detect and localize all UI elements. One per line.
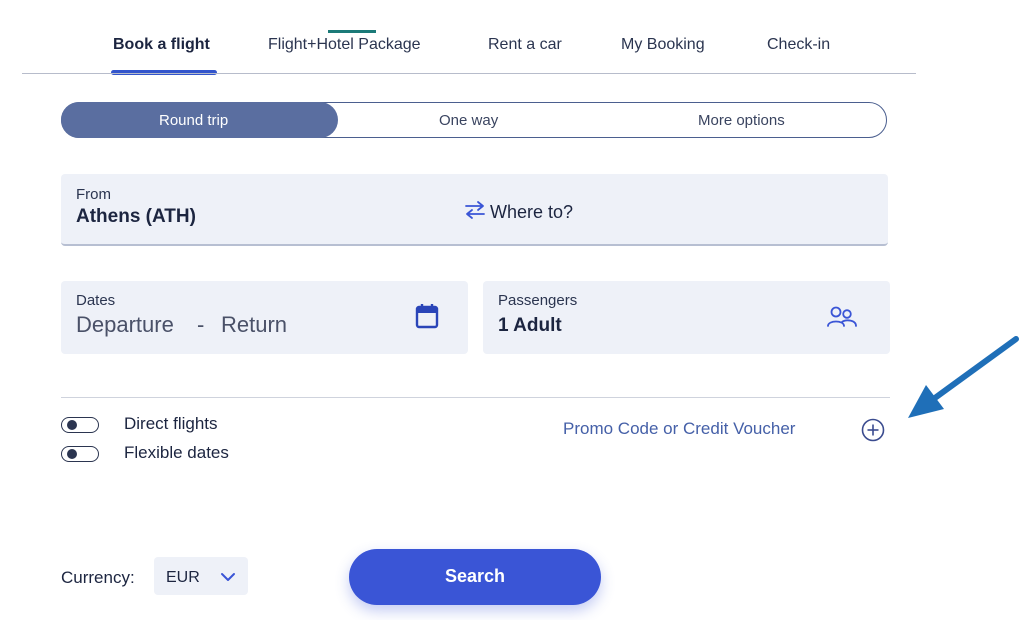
- trip-option-one-way[interactable]: One way: [439, 112, 498, 129]
- to-placeholder[interactable]: Where to?: [490, 202, 573, 223]
- search-button-label: Search: [444, 566, 506, 586]
- people-icon[interactable]: [826, 305, 858, 329]
- trip-option-more-options[interactable]: More options: [698, 112, 785, 129]
- from-value[interactable]: Athens (ATH): [76, 206, 196, 228]
- currency-label: Currency:: [61, 568, 135, 587]
- direct-flights-toggle[interactable]: [61, 417, 99, 433]
- tab-my-booking[interactable]: My Booking: [621, 36, 705, 54]
- nav-accent-mark: [328, 30, 376, 33]
- swap-arrows-icon[interactable]: [463, 200, 487, 220]
- toggle-knob: [67, 420, 77, 430]
- nav-divider: [22, 73, 916, 74]
- departure-placeholder[interactable]: Departure: [76, 312, 174, 338]
- flexible-dates-toggle[interactable]: [61, 446, 99, 462]
- tab-book-a-flight[interactable]: Book a flight: [113, 36, 210, 54]
- dates-label: Dates: [76, 292, 116, 309]
- annotation-arrow-icon: [908, 336, 1019, 418]
- section-divider: [61, 397, 890, 398]
- plus-circle-icon[interactable]: [861, 418, 885, 442]
- tab-flight-hotel-package[interactable]: Flight+Hotel Package: [268, 36, 421, 54]
- return-placeholder[interactable]: Return: [221, 312, 287, 338]
- passengers-value[interactable]: 1 Adult: [498, 315, 562, 337]
- tab-rent-a-car[interactable]: Rent a car: [488, 36, 562, 54]
- toggle-knob: [67, 449, 77, 459]
- tab-check-in[interactable]: Check-in: [767, 36, 830, 54]
- promo-code-link[interactable]: Promo Code or Credit Voucher: [563, 419, 795, 439]
- dates-separator: -: [197, 312, 205, 337]
- direct-flights-label: Direct flights: [124, 414, 218, 433]
- flexible-dates-label: Flexible dates: [124, 443, 229, 462]
- from-label: From: [76, 186, 111, 203]
- passengers-label: Passengers: [498, 292, 578, 309]
- trip-option-round-trip[interactable]: Round trip: [159, 112, 228, 129]
- chevron-down-icon[interactable]: [220, 572, 236, 582]
- currency-value[interactable]: EUR: [166, 569, 200, 587]
- calendar-icon[interactable]: [415, 303, 439, 329]
- search-button[interactable]: Search: [349, 549, 601, 605]
